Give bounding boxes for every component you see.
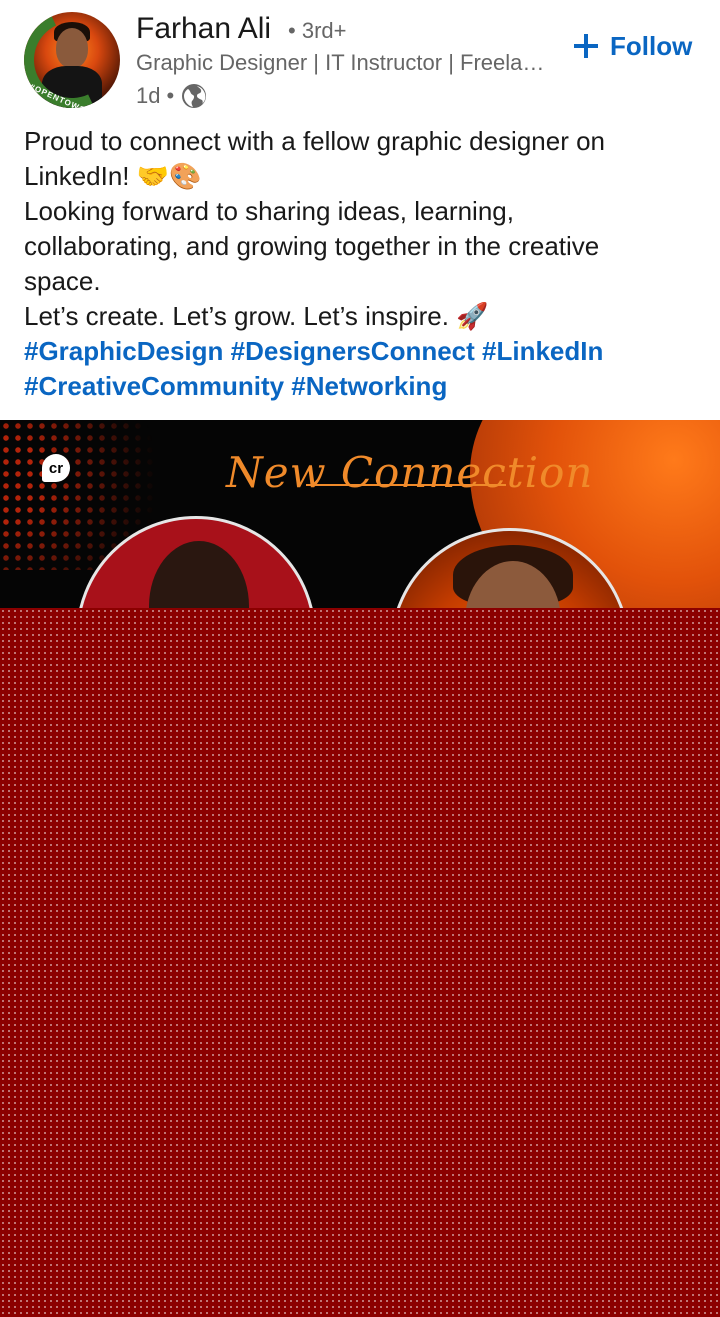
title-underline [306, 484, 506, 486]
portrait-head [149, 541, 249, 608]
obscured-overlay [0, 608, 720, 1317]
post-line: Proud to connect with a fellow graphic d… [24, 126, 606, 156]
hashtag-line[interactable]: #CreativeCommunity #Networking [24, 369, 696, 404]
author-headline: Graphic Designer | IT Instructor | Freel… [136, 50, 551, 75]
post-meta: 1d • [136, 82, 208, 110]
post-line: LinkedIn! 🤝🎨 [24, 161, 202, 191]
degree-separator: • [288, 18, 302, 43]
cr-logo: cr [42, 454, 70, 482]
post-image[interactable]: cr New Connection [0, 420, 720, 608]
post-time: 1d [136, 83, 161, 108]
degree-label: 3rd+ [301, 18, 347, 43]
new-connection-title: New Connection [226, 448, 594, 497]
hashtag-line[interactable]: #GraphicDesign #DesignersConnect #Linked… [24, 334, 696, 369]
follow-label: Follow [610, 30, 693, 61]
author-avatar[interactable]: #OPENTOWORK [24, 12, 120, 108]
post-line: collaborating, and growing together in t… [24, 231, 600, 261]
post-line: Let’s create. Let’s grow. Let’s inspire.… [24, 301, 489, 331]
post-line: space. [24, 266, 101, 296]
meta-separator: • [166, 83, 175, 108]
connection-degree: • 3rd+ [288, 18, 346, 44]
author-name[interactable]: Farhan Ali [136, 12, 271, 46]
post-header: #OPENTOWORK Farhan Ali • 3rd+ Graphic De… [0, 0, 720, 120]
plus-icon [572, 32, 600, 60]
post-line: Looking forward to sharing ideas, learni… [24, 196, 514, 226]
globe-icon [182, 84, 207, 108]
post-text: Proud to connect with a fellow graphic d… [24, 124, 696, 404]
follow-button[interactable]: Follow [572, 26, 692, 66]
